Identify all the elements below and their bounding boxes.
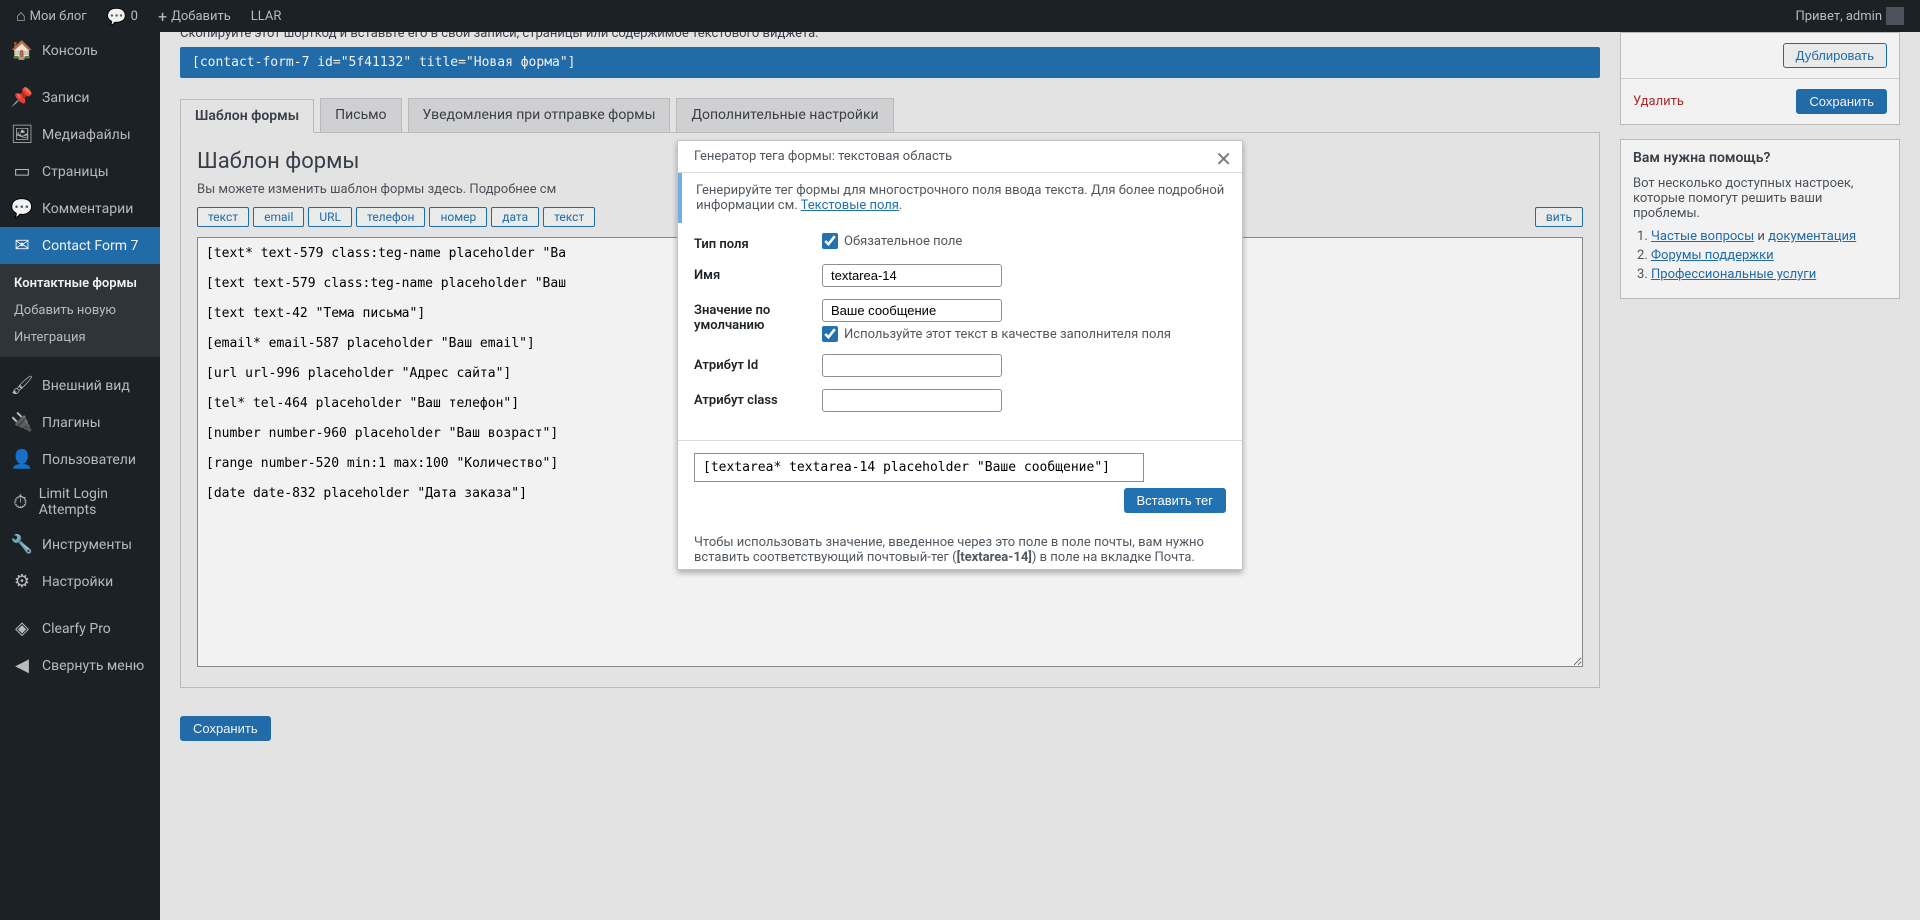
tag-generator-modal: Генератор тега формы: текстовая область … [677, 140, 1243, 570]
modal-close-button[interactable]: ✕ [1215, 147, 1232, 171]
modal-info: Генерируйте тег формы для многострочного… [678, 173, 1242, 223]
class-input[interactable] [822, 389, 1002, 412]
label-id: Атрибут Id [694, 354, 822, 373]
modal-header: Генератор тега формы: текстовая область … [678, 141, 1242, 173]
required-checkbox[interactable] [822, 233, 838, 249]
placeholder-checkbox[interactable] [822, 326, 838, 342]
id-input[interactable] [822, 354, 1002, 377]
label-class: Атрибут class [694, 389, 822, 408]
label-default: Значение по умолчанию [694, 299, 822, 333]
required-checkbox-label[interactable]: Обязательное поле [822, 233, 1226, 249]
label-type: Тип поля [694, 233, 822, 252]
tag-output[interactable] [694, 453, 1144, 482]
placeholder-checkbox-label[interactable]: Используйте этот текст в качестве заполн… [822, 326, 1226, 342]
modal-info-link[interactable]: Текстовые поля [801, 198, 899, 213]
label-name: Имя [694, 264, 822, 283]
default-input[interactable] [822, 299, 1002, 322]
modal-overlay[interactable]: Генератор тега формы: текстовая область … [0, 0, 1920, 920]
modal-hint: Чтобы использовать значение, введенное ч… [678, 525, 1242, 569]
insert-tag-button[interactable]: Вставить тег [1124, 488, 1227, 513]
name-input[interactable] [822, 264, 1002, 287]
